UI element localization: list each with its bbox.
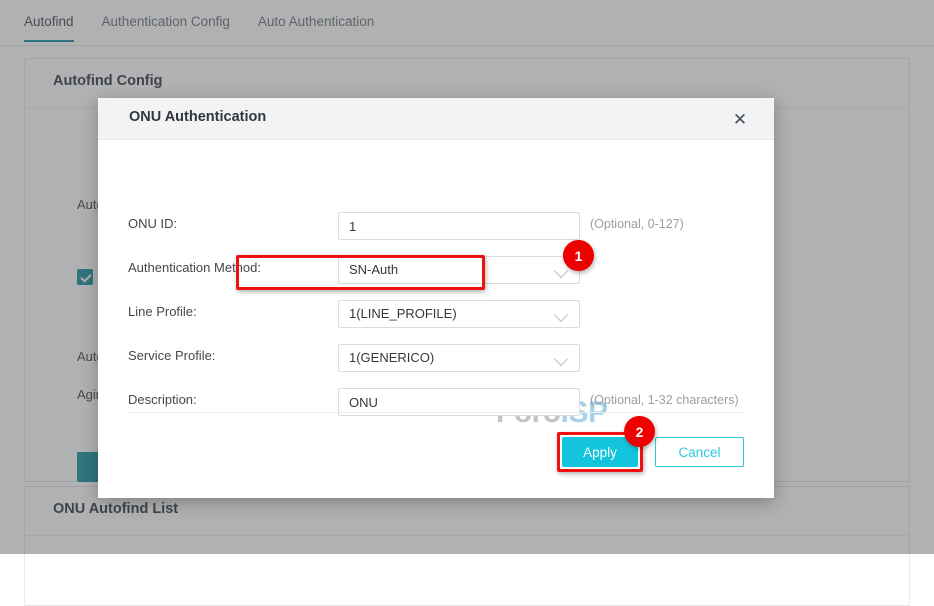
description-label: Description:: [128, 392, 197, 407]
line-profile-label: Line Profile:: [128, 304, 197, 319]
service-profile-label: Service Profile:: [128, 348, 215, 363]
dialog-footer-divider: [128, 412, 744, 413]
line-profile-select[interactable]: 1(LINE_PROFILE): [338, 300, 580, 328]
onu-id-hint: (Optional, 0-127): [590, 217, 684, 231]
form-row-auth-method: Authentication Method: SN-Auth: [98, 256, 774, 282]
form-row-service-profile: Service Profile: 1(GENERICO): [98, 344, 774, 370]
form-row-description: Description: (Optional, 1-32 characters): [98, 388, 774, 414]
form-row-line-profile: Line Profile: 1(LINE_PROFILE): [98, 300, 774, 326]
close-icon[interactable]: ✕: [728, 107, 752, 131]
dialog-cancel-button[interactable]: Cancel: [655, 437, 744, 467]
form-row-onu-id: ONU ID: (Optional, 0-127): [98, 212, 774, 238]
annotation-badge-1: 1: [563, 240, 594, 271]
annotation-badge-2: 2: [624, 416, 655, 447]
service-profile-select[interactable]: 1(GENERICO): [338, 344, 580, 372]
dialog-apply-button[interactable]: Apply: [562, 437, 638, 467]
dialog-title: ONU Authentication: [129, 109, 266, 125]
description-hint: (Optional, 1-32 characters): [590, 393, 739, 407]
onu-id-input[interactable]: [338, 212, 580, 240]
onu-id-label: ONU ID:: [128, 216, 177, 231]
dialog-header: ONU Authentication ✕: [98, 98, 774, 140]
auth-method-select[interactable]: SN-Auth: [338, 256, 580, 284]
auth-method-label: Authentication Method:: [128, 260, 261, 275]
